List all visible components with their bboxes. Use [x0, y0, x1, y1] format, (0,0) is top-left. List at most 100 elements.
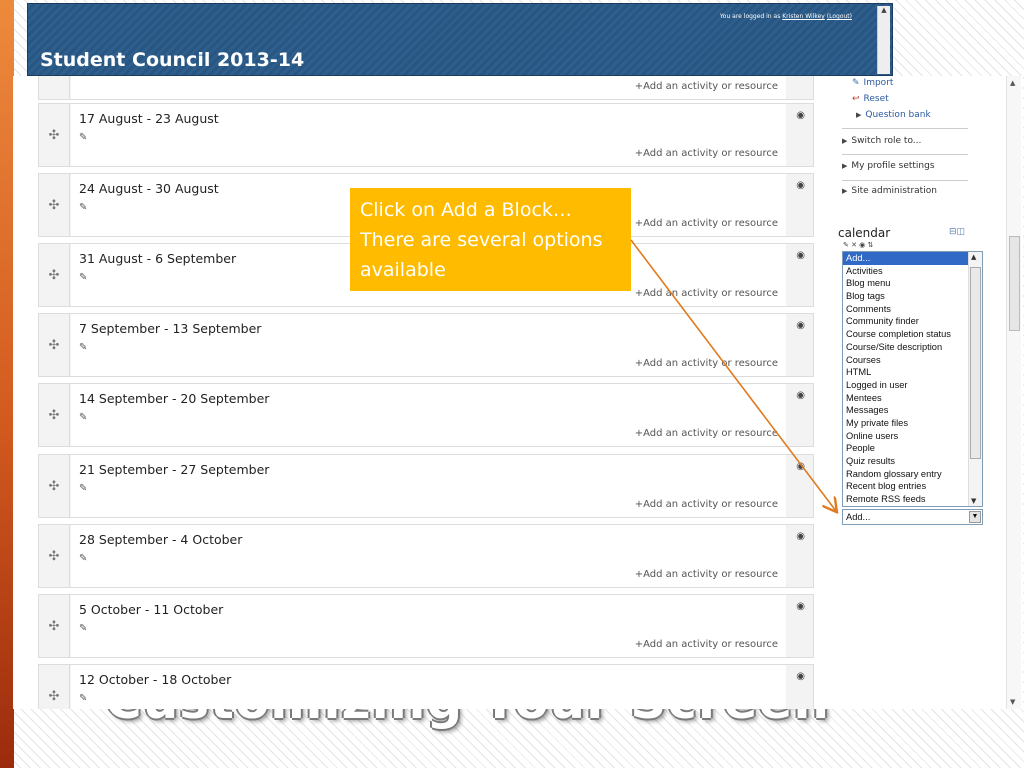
admin-profile-settings[interactable]: ▶ My profile settings — [842, 161, 935, 171]
week-content: 7 September - 13 September ✎ +Add an activ… — [71, 314, 786, 376]
course-page: ✣+Add an activity or resource✣17 August … — [13, 76, 1023, 709]
visibility-eye-icon[interactable]: ◉ — [796, 180, 805, 191]
add-activity-link[interactable]: +Add an activity or resource — [635, 148, 778, 159]
block-option[interactable]: Remote RSS feeds — [843, 493, 968, 506]
block-option[interactable]: Community finder — [843, 315, 968, 328]
block-option[interactable]: Courses — [843, 354, 968, 367]
move-handle-icon[interactable]: ✣ — [39, 76, 70, 99]
week-title: 28 September - 4 October — [79, 532, 243, 547]
edit-summary-icon[interactable]: ✎ — [79, 272, 87, 283]
admin-reset[interactable]: ↩ Reset — [852, 94, 889, 104]
visibility-eye-icon[interactable]: ◉ — [796, 110, 805, 121]
move-handle-icon[interactable]: ✣ — [39, 384, 70, 446]
admin-switch-role-label: Switch role to... — [851, 136, 922, 146]
scrollbar-thumb[interactable] — [1009, 236, 1020, 331]
scroll-down-icon[interactable]: ▼ — [971, 497, 976, 505]
move-handle-icon[interactable]: ✣ — [39, 174, 70, 236]
block-option[interactable]: Course completion status — [843, 328, 968, 341]
visibility-eye-icon[interactable]: ◉ — [796, 390, 805, 401]
admin-switch-role[interactable]: ▶ Switch role to... — [842, 136, 921, 146]
scrollbar-thumb[interactable] — [970, 267, 981, 459]
edit-summary-icon[interactable]: ✎ — [79, 202, 87, 213]
add-block-listbox[interactable]: Add... Activities Blog menu Blog tags Commen… — [842, 251, 983, 507]
block-option[interactable]: Comments — [843, 303, 968, 316]
add-activity-link[interactable]: +Add an activity or resource — [635, 639, 778, 650]
edit-summary-icon[interactable]: ✎ — [79, 623, 87, 634]
visibility-eye-icon[interactable]: ◉ — [796, 461, 805, 472]
move-handle-icon[interactable]: ✣ — [39, 665, 70, 709]
edit-summary-icon[interactable]: ✎ — [79, 412, 87, 423]
add-activity-link[interactable]: +Add an activity or resource — [635, 288, 778, 299]
edit-summary-icon[interactable]: ✎ — [79, 342, 87, 353]
move-handle-icon[interactable]: ✣ — [39, 314, 70, 376]
expand-arrow-icon: ▶ — [842, 162, 848, 170]
admin-question-bank[interactable]: ▶ Question bank — [856, 110, 931, 120]
block-edit-icons[interactable]: ✎ ✕ ◉ ⇅ — [843, 241, 873, 249]
block-option[interactable]: Recent blog entries — [843, 480, 968, 493]
block-option[interactable]: Online users — [843, 430, 968, 443]
block-option[interactable]: Add... — [843, 252, 968, 265]
admin-import[interactable]: ✎ Import — [852, 78, 893, 88]
add-activity-link[interactable]: +Add an activity or resource — [635, 569, 778, 580]
site-title: Student Council 2013-14 — [40, 49, 305, 71]
site-header: You are logged in as Kristen Wilkey (Log… — [27, 3, 893, 76]
add-activity-link[interactable]: +Add an activity or resource — [635, 499, 778, 510]
user-link[interactable]: Kristen Wilkey — [782, 13, 825, 20]
block-option[interactable]: Mentees — [843, 392, 968, 405]
move-handle-icon[interactable]: ✣ — [39, 525, 70, 587]
block-option[interactable]: People — [843, 442, 968, 455]
add-activity-link[interactable]: +Add an activity or resource — [635, 358, 778, 369]
visibility-eye-icon[interactable]: ◉ — [796, 250, 805, 261]
week-title: 14 September - 20 September — [79, 391, 270, 406]
block-option[interactable]: My private files — [843, 417, 968, 430]
block-option[interactable]: Logged in user — [843, 379, 968, 392]
week-title: 5 October - 11 October — [79, 602, 224, 617]
admin-site-administration[interactable]: ▶ Site administration — [842, 186, 937, 196]
edit-summary-icon[interactable]: ✎ — [79, 553, 87, 564]
divider — [842, 128, 968, 129]
move-handle-icon[interactable]: ✣ — [39, 244, 70, 306]
block-dock-icon[interactable]: ⊟◫ — [949, 227, 965, 237]
scroll-up-icon[interactable]: ▲ — [971, 253, 976, 261]
add-activity-link[interactable]: +Add an activity or resource — [635, 428, 778, 439]
week-content: 17 August - 23 August ✎ +Add an activity o… — [71, 104, 786, 166]
scroll-up-icon[interactable]: ▲ — [878, 6, 890, 14]
block-option[interactable]: Random glossary entry — [843, 468, 968, 481]
week-section: ✣ 14 September - 20 September ✎ +Add an act… — [38, 383, 814, 447]
listbox-scrollbar[interactable]: ▲ ▼ — [968, 252, 982, 506]
block-option[interactable]: Course/Site description — [843, 341, 968, 354]
visibility-eye-icon[interactable]: ◉ — [796, 531, 805, 542]
week-title: 31 August - 6 September — [79, 251, 237, 266]
block-option[interactable]: Blog menu — [843, 277, 968, 290]
instruction-callout: Click on Add a Block… There are several … — [350, 188, 631, 291]
edit-summary-icon[interactable]: ✎ — [79, 483, 87, 494]
block-option[interactable]: Blog tags — [843, 290, 968, 303]
scroll-down-icon[interactable]: ▼ — [1010, 698, 1015, 706]
week-content: +Add an activity or resource — [71, 76, 786, 99]
move-handle-icon[interactable]: ✣ — [39, 104, 70, 166]
block-option[interactable]: Messages — [843, 404, 968, 417]
block-option[interactable]: HTML — [843, 366, 968, 379]
block-option[interactable]: Activities — [843, 265, 968, 278]
logout-link[interactable]: (Logout) — [827, 13, 852, 20]
week-section: ✣ 21 September - 27 September ✎ +Add an act… — [38, 454, 814, 518]
visibility-eye-icon[interactable]: ◉ — [796, 601, 805, 612]
block-option[interactable]: Quiz results — [843, 455, 968, 468]
visibility-eye-icon[interactable]: ◉ — [796, 671, 805, 682]
edit-summary-icon[interactable]: ✎ — [79, 693, 87, 704]
expand-arrow-icon: ▶ — [842, 137, 848, 145]
add-activity-link[interactable]: +Add an activity or resource — [635, 81, 778, 92]
page-scrollbar[interactable]: ▲ ▼ — [1006, 76, 1021, 709]
move-handle-icon[interactable]: ✣ — [39, 595, 70, 657]
week-section: ✣ 5 October - 11 October ✎ +Add an activity… — [38, 594, 814, 658]
header-scrollbar[interactable]: ▲ — [877, 6, 890, 74]
visibility-eye-icon[interactable]: ◉ — [796, 320, 805, 331]
admin-site-admin-label: Site administration — [851, 186, 937, 196]
dropdown-arrow-icon[interactable]: ▼ — [969, 511, 981, 523]
divider — [842, 180, 968, 181]
move-handle-icon[interactable]: ✣ — [39, 455, 70, 517]
scroll-up-icon[interactable]: ▲ — [1010, 79, 1015, 87]
add-activity-link[interactable]: +Add an activity or resource — [635, 218, 778, 229]
edit-summary-icon[interactable]: ✎ — [79, 132, 87, 143]
add-block-select[interactable]: Add... ▼ — [842, 509, 983, 525]
